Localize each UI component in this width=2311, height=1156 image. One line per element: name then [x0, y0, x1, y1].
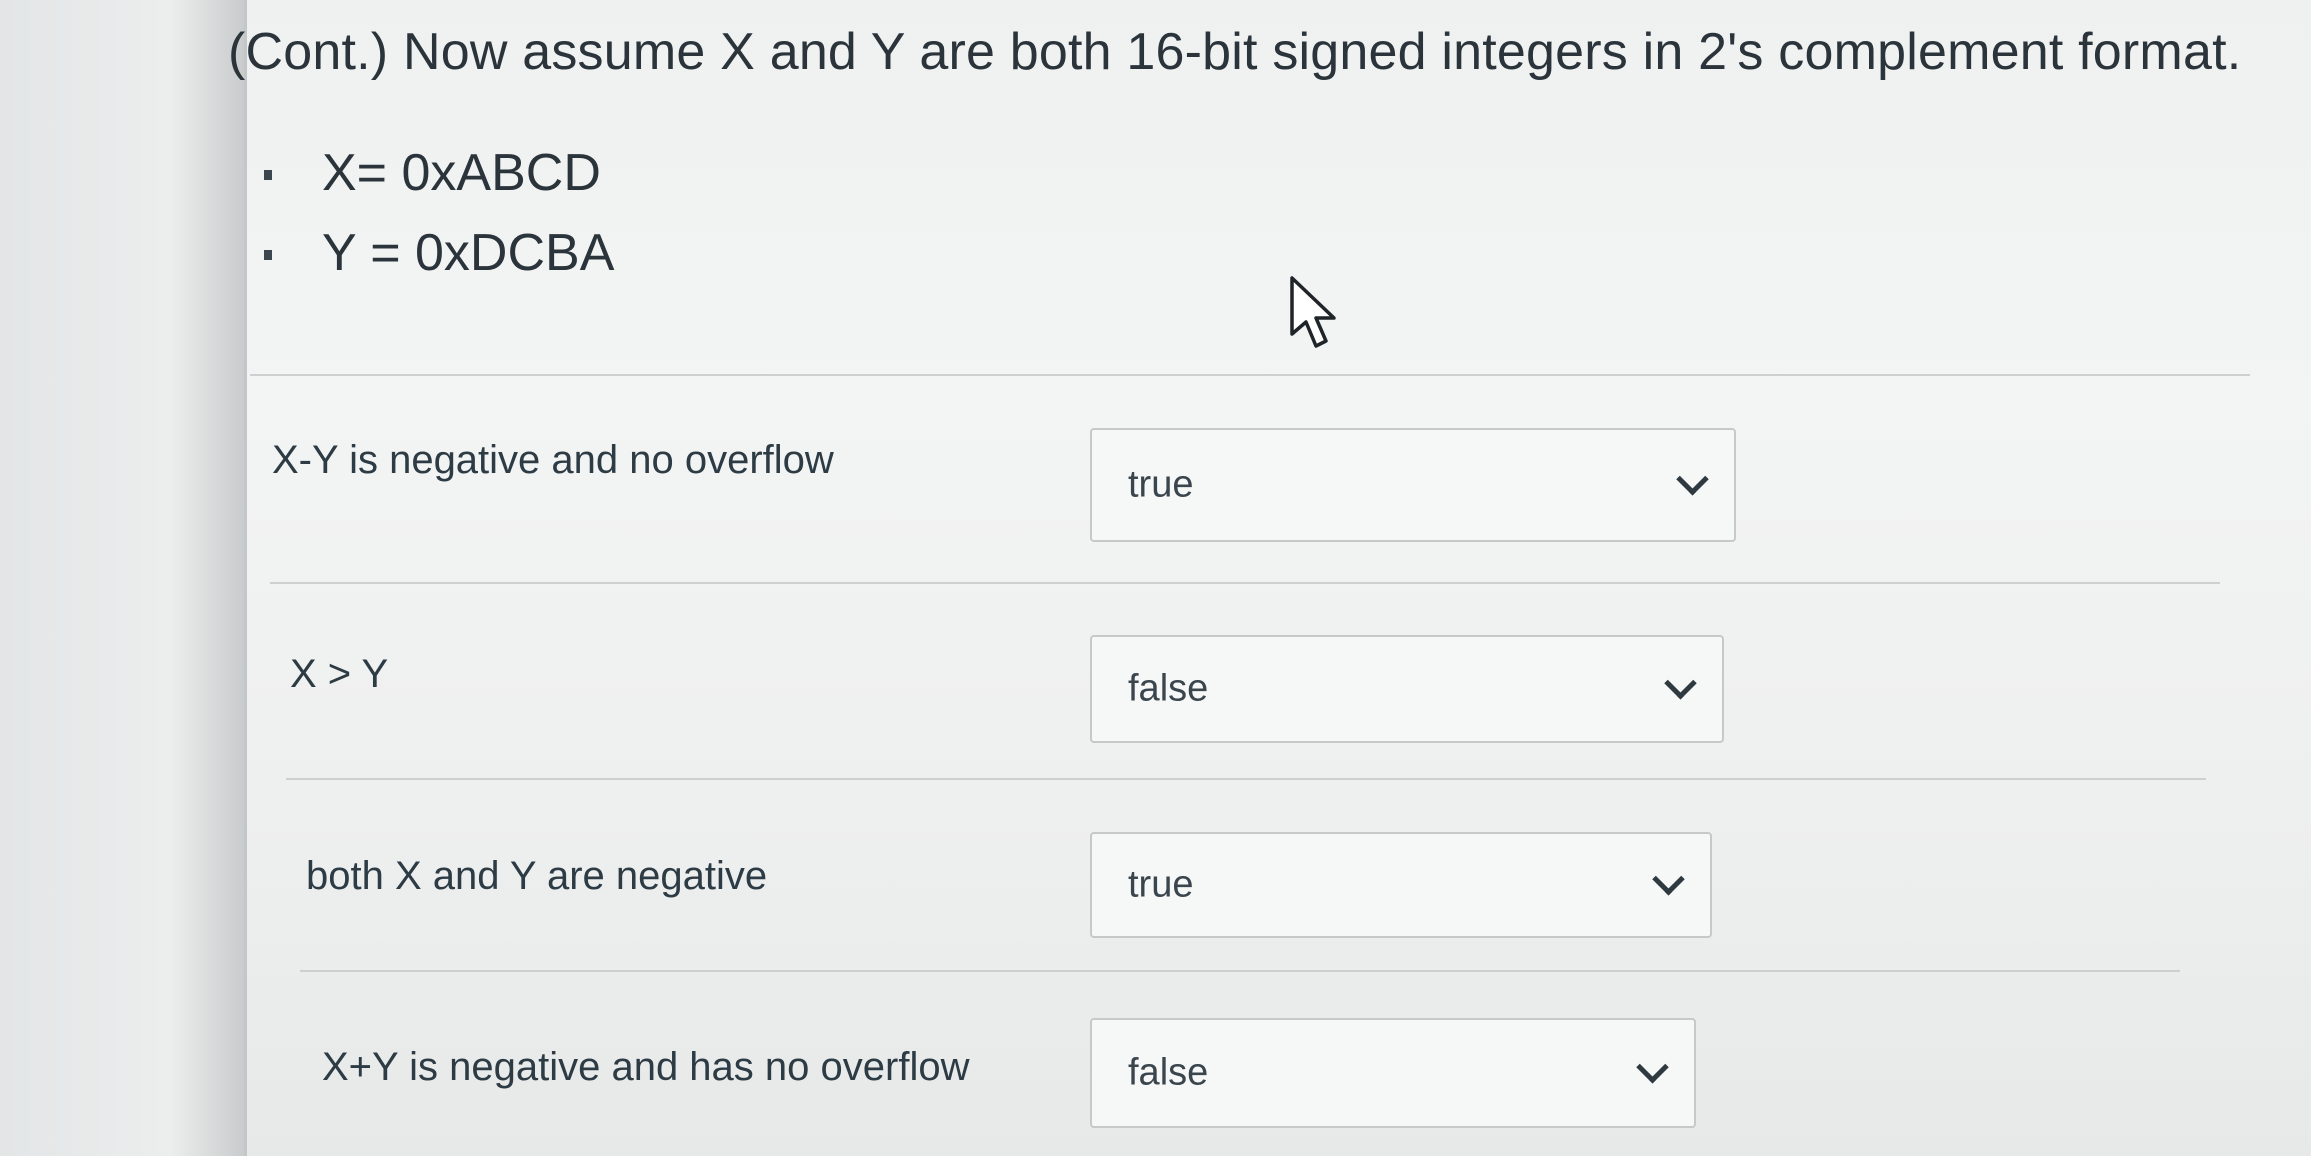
chevron-down-icon — [1652, 862, 1685, 896]
answer-select-xgty[interactable]: false — [1090, 635, 1724, 743]
question-title: (Cont.) Now assume X and Y are both 16-b… — [228, 23, 2242, 81]
divider — [286, 778, 2206, 780]
row-label-xgty: X > Y — [290, 652, 389, 696]
given-text: X= 0xABCD — [322, 144, 601, 202]
selected-value: false — [1128, 667, 1209, 710]
row-label-xminusy: X-Y is negative and no overflow — [272, 438, 834, 482]
divider — [250, 374, 2250, 376]
selected-value: false — [1128, 1051, 1209, 1094]
mouse-cursor-icon — [1290, 276, 1336, 348]
answer-select-xplusy[interactable]: false — [1090, 1018, 1696, 1128]
selected-value: true — [1128, 863, 1194, 906]
bullet-icon — [264, 170, 272, 180]
left-gutter — [0, 0, 244, 1156]
given-list: X= 0xABCD Y = 0xDCBA — [264, 140, 614, 300]
chevron-down-icon — [1676, 462, 1709, 496]
answer-select-xminusy[interactable]: true — [1090, 428, 1736, 542]
chevron-down-icon — [1664, 666, 1697, 700]
row-label-xplusy: X+Y is negative and has no overflow — [322, 1045, 970, 1089]
divider — [300, 970, 2180, 972]
divider — [270, 582, 2220, 584]
given-text: Y = 0xDCBA — [322, 224, 615, 282]
given-item-x: X= 0xABCD — [264, 140, 614, 220]
row-label-both-negative: both X and Y are negative — [306, 854, 768, 898]
chevron-down-icon — [1636, 1050, 1669, 1084]
given-item-y: Y = 0xDCBA — [264, 220, 614, 300]
bullet-icon — [264, 250, 272, 260]
answer-select-both-negative[interactable]: true — [1090, 832, 1712, 938]
selected-value: true — [1128, 463, 1194, 506]
